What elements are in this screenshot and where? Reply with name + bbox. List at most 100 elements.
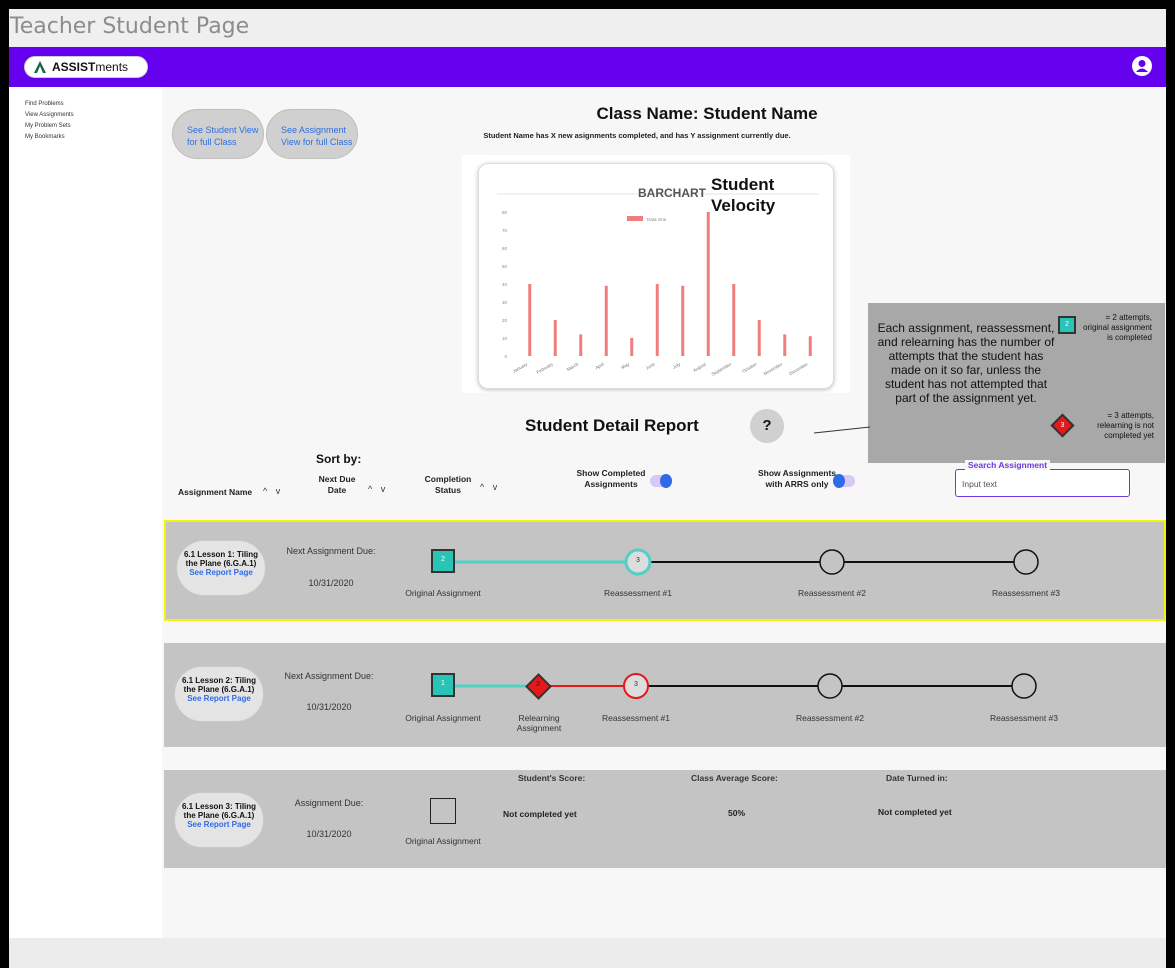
main-content: See Student View for full Class See Assi… <box>162 87 1166 938</box>
x-tick-label: January <box>512 361 529 374</box>
x-tick-label: July <box>672 361 682 370</box>
y-tick-label: 40 <box>502 282 508 287</box>
class-average-header: Class Average Score: <box>691 773 778 783</box>
logo-brand-bold: ASSIST <box>52 60 96 74</box>
x-tick-label: March <box>566 361 580 372</box>
student-score-header: Student's Score: <box>518 773 586 783</box>
logo[interactable]: ASSIST ments <box>24 56 148 78</box>
see-report-page-link[interactable]: See Report Page <box>175 820 263 829</box>
legend-diamond-text: = 3 attempts, relearning is not complete… <box>1097 411 1154 440</box>
x-tick-label: September <box>711 361 733 377</box>
empty-square-icon <box>430 798 456 824</box>
legend-label: Data One <box>647 217 667 222</box>
chart-bar <box>553 320 557 356</box>
chart-bar <box>757 320 761 356</box>
assignment-name: 6.1 Lesson 3: Tiling the Plane (6.G.A.1) <box>181 802 257 820</box>
assignment-row-2: 6.1 Lesson 2: Tiling the Plane (6.G.A.1)… <box>164 643 1166 747</box>
y-tick-label: 80 <box>502 210 508 215</box>
sidebar-item-my-bookmarks[interactable]: My Bookmarks <box>25 132 162 143</box>
x-tick-label: February <box>536 361 555 375</box>
chart-bar <box>528 284 532 356</box>
chart-title: BARCHART <box>638 186 706 200</box>
help-button[interactable]: ? <box>750 409 784 443</box>
node-label: Reassessment #1 <box>601 713 671 723</box>
sort-assignment-name-chevron-icon[interactable]: ^ v <box>263 486 283 496</box>
show-completed-toggle[interactable] <box>650 474 672 488</box>
chart-bar <box>808 336 812 356</box>
legend-square-text: = 2 attempts, original assignment is com… <box>1083 313 1152 342</box>
x-tick-label: December <box>788 361 809 376</box>
date-turned-in-value: Not completed yet <box>878 807 952 817</box>
node-count: 2 <box>441 556 445 563</box>
account-icon[interactable] <box>1132 56 1152 76</box>
x-tick-label: October <box>741 361 758 374</box>
top-navbar: ASSIST ments <box>9 47 1166 87</box>
y-tick-label: 10 <box>502 336 508 341</box>
y-tick-label: 30 <box>502 300 508 305</box>
detail-report-title: Student Detail Report <box>525 416 699 435</box>
assignment-name-pill: 6.1 Lesson 3: Tiling the Plane (6.G.A.1)… <box>174 792 264 848</box>
date-turned-in-header: Date Turned in: <box>886 773 948 783</box>
legend-pointer-line <box>813 426 871 434</box>
see-assignment-view-button[interactable]: See Assignment View for full Class <box>266 109 358 159</box>
node-label: Original Assignment <box>405 713 481 723</box>
y-tick-label: 50 <box>502 264 508 269</box>
x-tick-label: May <box>620 361 631 370</box>
x-tick-label: June <box>645 361 656 370</box>
node-label: Reassessment #3 <box>989 713 1059 723</box>
sidebar-item-find-problems[interactable]: Find Problems <box>25 99 162 110</box>
node-label: Relearning Assignment <box>516 713 562 733</box>
page-title: Teacher Student Page <box>10 14 250 39</box>
sort-next-due[interactable]: Next Due Date <box>317 474 357 496</box>
node-label: Original Assignment <box>405 836 481 846</box>
class-title: Class Name: Student Name <box>596 104 818 123</box>
node-count: 3 <box>536 681 540 688</box>
sort-next-due-chevron-icon[interactable]: ^ v <box>368 484 388 494</box>
assignment-row-3: 6.1 Lesson 3: Tiling the Plane (6.G.A.1)… <box>164 770 1166 868</box>
sort-completion-status[interactable]: Completion Status <box>420 474 476 496</box>
show-arrs-toggle[interactable] <box>833 474 855 488</box>
node-label: Reassessment #3 <box>991 588 1061 598</box>
chart-bar <box>604 285 608 356</box>
y-tick-label: 70 <box>502 228 508 233</box>
node-label: Reassessment #2 <box>795 713 865 723</box>
chart-card: 0 10 20 30 40 50 60 70 80 January February March Apr… <box>462 155 850 393</box>
chart-bar <box>579 334 583 356</box>
node-label: Original Assignment <box>405 588 481 598</box>
assignment-row-1: 6.1 Lesson 1: Tiling the Plane (6.G.A.1)… <box>164 520 1166 621</box>
sort-assignment-name[interactable]: Assignment Name <box>178 487 252 498</box>
progress-track <box>431 548 1039 576</box>
sidebar-item-view-assignments[interactable]: View Assignments <box>25 110 162 121</box>
node-count: 1 <box>441 680 445 687</box>
search-assignment-input[interactable]: Input text <box>955 469 1130 497</box>
sidebar-item-my-problem-sets[interactable]: My Problem Sets <box>25 121 162 132</box>
class-average-value: 50% <box>728 808 746 818</box>
class-summary: Student Name has X new asignments comple… <box>483 131 791 140</box>
chart-bar <box>681 285 685 356</box>
sort-completion-chevron-icon[interactable]: ^ v <box>480 482 500 492</box>
student-score-value: Not completed yet <box>503 809 577 819</box>
legend-swatch <box>627 216 643 221</box>
empty-circle-icon <box>819 549 845 575</box>
due-date: 10/31/2020 <box>306 829 352 839</box>
chart-overlay-title: Student Velocity <box>711 175 776 215</box>
chart-bar <box>655 284 659 356</box>
logo-brand-rest: ments <box>95 60 129 74</box>
see-student-view-button[interactable]: See Student View for full Class <box>172 109 264 159</box>
node-label: Reassessment #1 <box>603 588 673 598</box>
progress-track <box>431 673 1037 700</box>
empty-circle-icon <box>817 673 843 699</box>
x-tick-label: April <box>594 362 604 371</box>
legend-description: Each assignment, reassessment, and relea… <box>877 321 1055 405</box>
x-tick-label: August <box>692 361 707 373</box>
chart-bar <box>630 338 634 356</box>
attempts-square-icon: 2 <box>1058 316 1076 334</box>
x-tick-label: November <box>763 361 784 376</box>
sort-label: Sort by: <box>316 452 362 466</box>
sidebar: Find Problems View Assignments My Proble… <box>9 87 162 938</box>
node-count: 3 <box>634 681 638 688</box>
logo-mark-icon <box>34 61 46 73</box>
show-completed-label: Show Completed Assignments <box>576 468 646 489</box>
chart-bar <box>783 334 787 356</box>
empty-circle-icon <box>1011 673 1037 699</box>
